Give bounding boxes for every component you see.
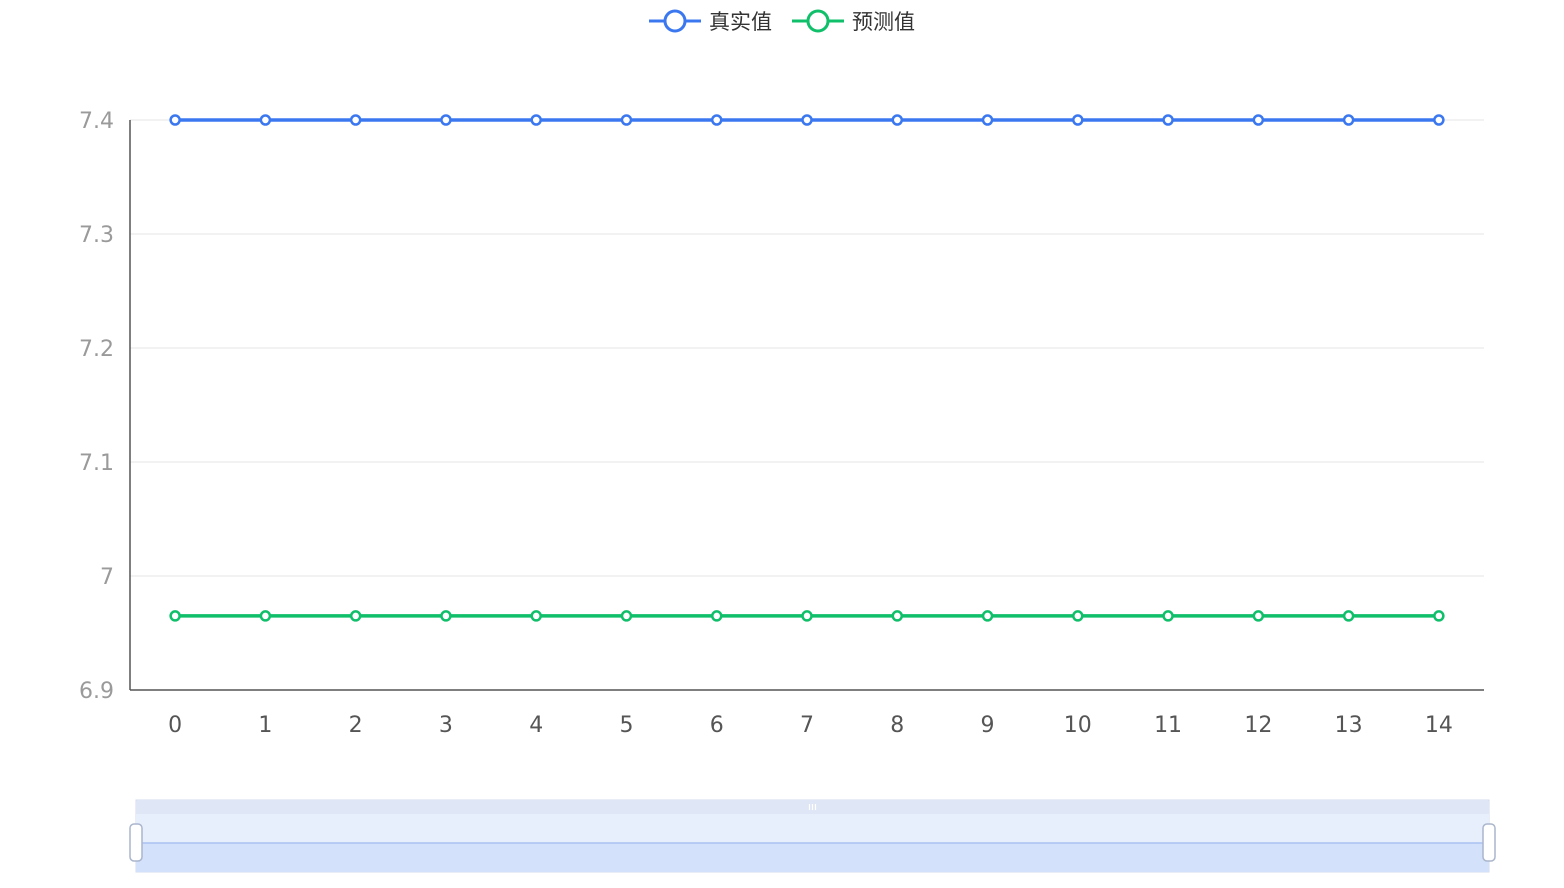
y-tick-label: 7.1 bbox=[79, 451, 114, 476]
data-point[interactable] bbox=[1072, 610, 1084, 622]
x-tick-label: 13 bbox=[1335, 713, 1363, 738]
y-tick-label: 6.9 bbox=[79, 679, 114, 704]
data-point[interactable] bbox=[440, 610, 452, 622]
data-point[interactable] bbox=[891, 114, 904, 126]
data-point[interactable] bbox=[1342, 610, 1355, 622]
x-tick-label: 14 bbox=[1425, 713, 1453, 738]
y-tick-label: 7.2 bbox=[79, 337, 114, 362]
data-point[interactable] bbox=[710, 610, 723, 622]
x-tick-label: 0 bbox=[168, 713, 182, 738]
data-point[interactable] bbox=[1072, 114, 1084, 126]
data-point[interactable] bbox=[1433, 610, 1445, 622]
data-point[interactable] bbox=[259, 610, 272, 622]
x-tick-label: 7 bbox=[800, 713, 814, 738]
x-tick-label: 2 bbox=[349, 713, 363, 738]
data-point[interactable] bbox=[349, 114, 362, 126]
data-point[interactable] bbox=[259, 114, 272, 126]
x-tick-label: 1 bbox=[258, 713, 272, 738]
data-point[interactable] bbox=[169, 114, 181, 126]
data-point[interactable] bbox=[1252, 610, 1265, 622]
data-point[interactable] bbox=[440, 114, 452, 126]
data-point[interactable] bbox=[530, 610, 542, 622]
y-tick-label: 7 bbox=[100, 565, 114, 590]
y-tick-label: 7.3 bbox=[79, 223, 114, 248]
x-tick-label: 5 bbox=[619, 713, 633, 738]
data-point[interactable] bbox=[891, 610, 904, 622]
x-tick-label: 4 bbox=[529, 713, 543, 738]
data-point[interactable] bbox=[530, 114, 542, 126]
x-tick-label: 12 bbox=[1244, 713, 1272, 738]
x-tick-label: 9 bbox=[981, 713, 995, 738]
x-tick-label: 8 bbox=[890, 713, 904, 738]
x-tick-label: 6 bbox=[710, 713, 724, 738]
data-point[interactable] bbox=[801, 114, 813, 126]
x-tick-label: 3 bbox=[439, 713, 453, 738]
data-point[interactable] bbox=[349, 610, 362, 622]
data-point[interactable] bbox=[1342, 114, 1355, 126]
data-point[interactable] bbox=[1433, 114, 1445, 126]
data-point[interactable] bbox=[620, 114, 633, 126]
data-point[interactable] bbox=[801, 610, 813, 622]
x-tick-label: 11 bbox=[1154, 713, 1182, 738]
data-zoom-shadow-area bbox=[136, 843, 1489, 872]
data-point[interactable] bbox=[1162, 610, 1174, 622]
line-chart: 6.977.17.27.37.40 1 2 3 4 5 6 7 8 9 10 11 12 13 14 bbox=[79, 109, 1496, 873]
data-zoom-right-handle[interactable] bbox=[1482, 823, 1496, 862]
x-tick-label: 10 bbox=[1064, 713, 1092, 738]
data-point[interactable] bbox=[710, 114, 723, 126]
data-point[interactable] bbox=[620, 610, 633, 622]
data-point[interactable] bbox=[981, 610, 994, 622]
y-tick-label: 7.4 bbox=[79, 109, 114, 134]
data-point[interactable] bbox=[981, 114, 994, 126]
data-point[interactable] bbox=[1252, 114, 1265, 126]
data-point[interactable] bbox=[1162, 114, 1174, 126]
data-point[interactable] bbox=[169, 610, 181, 622]
data-zoom-left-handle[interactable] bbox=[129, 823, 143, 862]
